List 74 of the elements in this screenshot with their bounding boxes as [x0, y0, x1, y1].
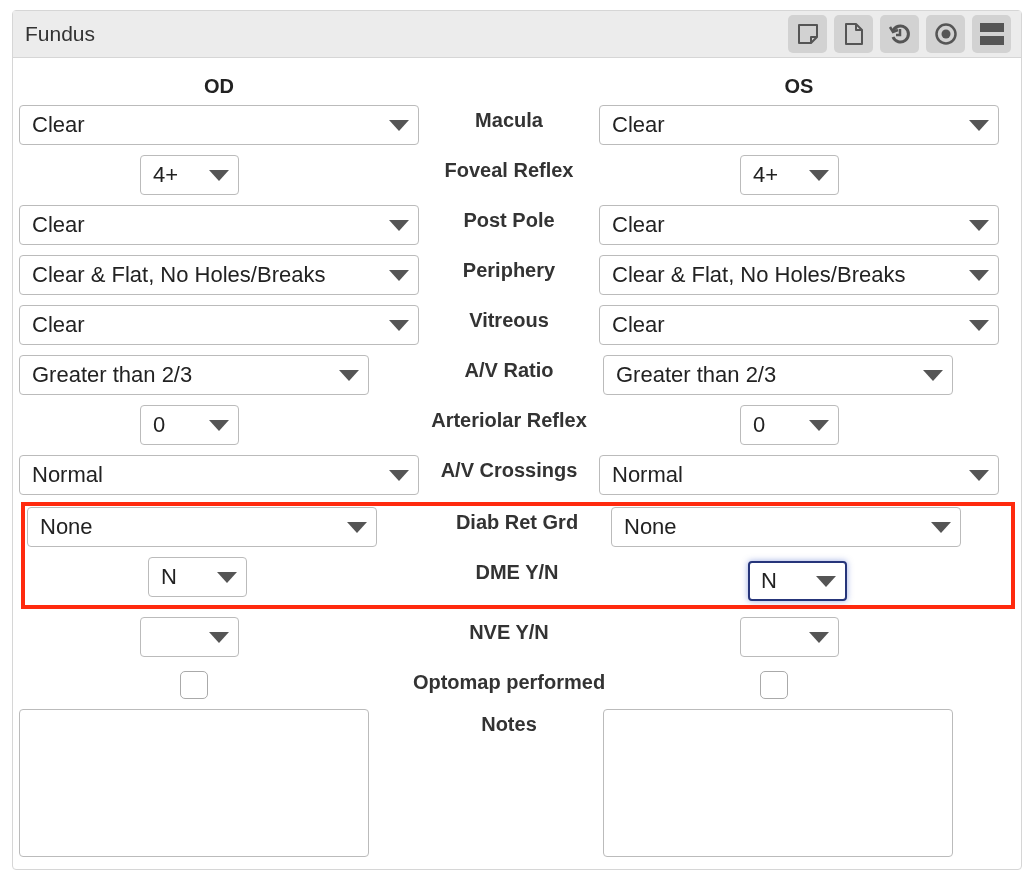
field-label: Periphery: [462, 258, 556, 283]
document-icon: [843, 22, 864, 46]
caret-icon: [809, 419, 829, 431]
dropdown-field[interactable]: Clear: [19, 205, 419, 245]
dropdown-field[interactable]: N: [148, 557, 247, 597]
field-label: NVE Y/N: [469, 620, 549, 645]
caret-icon: [389, 469, 409, 481]
dropdown-field[interactable]: N: [748, 561, 847, 601]
caret-icon: [969, 469, 989, 481]
caret-icon: [931, 521, 951, 533]
dropdown-field[interactable]: Clear & Flat, No Holes/Breaks: [19, 255, 419, 295]
checkbox[interactable]: [760, 671, 788, 699]
field-label: Foveal Reflex: [444, 158, 574, 183]
checkbox[interactable]: [180, 671, 208, 699]
caret-icon: [923, 369, 943, 381]
caret-icon: [209, 419, 229, 431]
caret-icon: [389, 269, 409, 281]
caret-icon: [969, 219, 989, 231]
sticky-note-icon: [796, 23, 819, 45]
dropdown-field[interactable]: 0: [740, 405, 839, 445]
split-view-icon: [979, 23, 1004, 45]
caret-icon: [209, 631, 229, 643]
dropdown-field[interactable]: Clear: [599, 205, 999, 245]
field-label: A/V Ratio: [464, 358, 554, 383]
caret-icon: [816, 575, 836, 587]
target-icon: [933, 22, 958, 46]
target-button[interactable]: [926, 15, 965, 53]
caret-icon: [339, 369, 359, 381]
caret-icon: [969, 119, 989, 131]
dropdown-field[interactable]: 0: [140, 405, 239, 445]
dropdown-field[interactable]: None: [611, 507, 961, 547]
caret-icon: [217, 571, 237, 583]
notes-field[interactable]: [19, 709, 369, 857]
dropdown-field[interactable]: Clear: [19, 305, 419, 345]
caret-icon: [809, 631, 829, 643]
dropdown-field[interactable]: [740, 617, 839, 657]
field-label: Vitreous: [469, 308, 549, 333]
dropdown-field[interactable]: Clear: [599, 105, 999, 145]
dropdown-field[interactable]: [140, 617, 239, 657]
panel-title: Fundus: [25, 22, 96, 46]
history-button[interactable]: [880, 15, 919, 53]
field-label: Macula: [475, 108, 543, 133]
field-label: A/V Crossings: [440, 458, 578, 483]
dropdown-field[interactable]: None: [27, 507, 377, 547]
caret-icon: [969, 319, 989, 331]
caret-icon: [347, 521, 367, 533]
split-view-button[interactable]: [972, 15, 1011, 53]
caret-icon: [389, 219, 409, 231]
notes-field[interactable]: [603, 709, 953, 857]
dropdown-field[interactable]: 4+: [740, 155, 839, 195]
dropdown-field[interactable]: Clear & Flat, No Holes/Breaks: [599, 255, 999, 295]
dropdown-field[interactable]: Greater than 2/3: [603, 355, 953, 395]
field-label: Arteriolar Reflex: [431, 408, 587, 433]
column-heading: OD: [204, 75, 234, 98]
column-heading: OS: [784, 75, 814, 98]
caret-icon: [389, 319, 409, 331]
dropdown-field[interactable]: Clear: [599, 305, 999, 345]
dropdown-field[interactable]: Normal: [19, 455, 419, 495]
sticky-note-button[interactable]: [788, 15, 827, 53]
dropdown-field[interactable]: Greater than 2/3: [19, 355, 369, 395]
history-icon: [887, 22, 912, 46]
caret-icon: [969, 269, 989, 281]
field-label: DME Y/N: [475, 560, 559, 585]
dropdown-field[interactable]: 4+: [140, 155, 239, 195]
caret-icon: [209, 169, 229, 181]
field-label: Diab Ret Grd: [455, 510, 579, 535]
document-button[interactable]: [834, 15, 873, 53]
field-label: Optomap performed: [412, 670, 606, 695]
field-label: Post Pole: [463, 208, 555, 233]
dropdown-field[interactable]: Clear: [19, 105, 419, 145]
caret-icon: [809, 169, 829, 181]
dropdown-field[interactable]: Normal: [599, 455, 999, 495]
field-label: Notes: [481, 712, 537, 737]
caret-icon: [389, 119, 409, 131]
